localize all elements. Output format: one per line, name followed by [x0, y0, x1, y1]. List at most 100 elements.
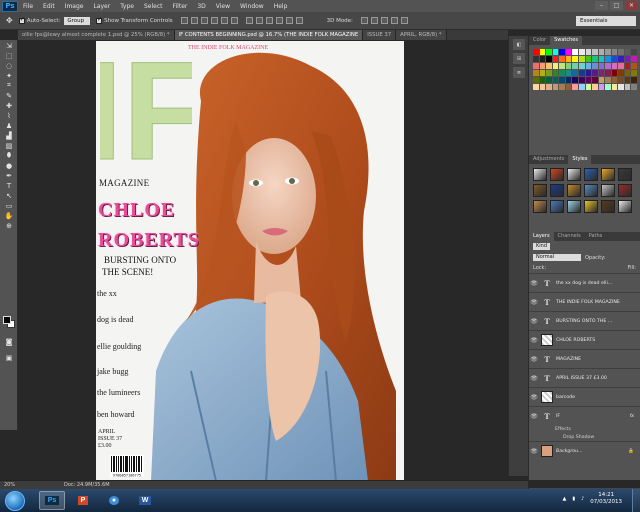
- swatch-cell[interactable]: [539, 56, 546, 62]
- clone-stamp-tool-icon[interactable]: ♟: [3, 121, 15, 130]
- swatch-cell[interactable]: [559, 63, 565, 69]
- 3d-roll-icon[interactable]: [370, 17, 378, 24]
- swatch-cell[interactable]: [533, 84, 539, 90]
- style-preset[interactable]: [584, 200, 598, 213]
- swatch-cell[interactable]: [611, 56, 618, 62]
- swatch-cell[interactable]: [578, 49, 585, 55]
- visibility-eye-icon[interactable]: 👁: [529, 394, 539, 401]
- swatch-cell[interactable]: [533, 63, 539, 69]
- style-preset[interactable]: [618, 168, 632, 181]
- visibility-eye-icon[interactable]: 👁: [529, 413, 539, 420]
- swatch-cell[interactable]: [565, 56, 572, 62]
- swatch-cell[interactable]: [605, 63, 611, 69]
- swatch-cell[interactable]: [533, 49, 539, 55]
- 3d-rotate-icon[interactable]: [360, 17, 368, 24]
- style-preset[interactable]: [618, 200, 632, 213]
- distribute-center-icon[interactable]: [285, 17, 293, 24]
- document-size-readout[interactable]: Doc: 24.9M/35.6M: [64, 482, 110, 488]
- screen-mode-icon[interactable]: ▣: [3, 353, 15, 362]
- style-preset[interactable]: [567, 168, 581, 181]
- lasso-tool-icon[interactable]: ◌: [3, 61, 15, 70]
- swatch-cell[interactable]: [539, 49, 546, 55]
- clock[interactable]: 14:21 07/03/2013: [590, 492, 622, 506]
- swatch-cell[interactable]: [592, 70, 598, 76]
- swatch-cell[interactable]: [631, 84, 637, 90]
- show-transform-checkbox[interactable]: Show Transform Controls: [96, 16, 173, 24]
- swatch-cell[interactable]: [618, 63, 624, 69]
- swatch-cell[interactable]: [533, 77, 539, 83]
- swatch-cell[interactable]: [539, 84, 546, 90]
- taskbar-photoshop[interactable]: Ps: [39, 491, 65, 510]
- swatch-cell[interactable]: [546, 70, 552, 76]
- tab-layers[interactable]: Layers: [529, 232, 554, 241]
- drop-shadow-row[interactable]: Drop Shadow: [529, 433, 640, 441]
- swatch-cell[interactable]: [618, 84, 624, 90]
- layer-row-background[interactable]: 👁 Backgrou... 🔒: [529, 441, 640, 460]
- eyedropper-tool-icon[interactable]: ✎: [3, 91, 15, 100]
- swatch-cell[interactable]: [572, 70, 578, 76]
- show-desktop-button[interactable]: [632, 489, 640, 512]
- swatch-cell[interactable]: [585, 77, 592, 83]
- swatch-cell[interactable]: [605, 49, 611, 55]
- swatch-cell[interactable]: [565, 49, 572, 55]
- swatch-cell[interactable]: [605, 56, 611, 62]
- swatch-cell[interactable]: [605, 84, 611, 90]
- dodge-tool-icon[interactable]: ●: [3, 161, 15, 170]
- taskbar-word[interactable]: W: [132, 491, 158, 510]
- style-preset[interactable]: [567, 200, 581, 213]
- swatch-cell[interactable]: [598, 49, 605, 55]
- workspace-dropdown[interactable]: Essentials: [576, 16, 636, 26]
- swatch-cell[interactable]: [585, 70, 592, 76]
- tab-swatches[interactable]: Swatches: [550, 36, 582, 45]
- layer-row[interactable]: 👁 T THE INDIE FOLK MAGAZINE: [529, 292, 640, 311]
- align-bottom-icon[interactable]: [200, 17, 208, 24]
- layer-row[interactable]: 👁 T BURSTING ONTO THE ...: [529, 311, 640, 330]
- swatch-cell[interactable]: [605, 70, 611, 76]
- swatch-cell[interactable]: [546, 49, 552, 55]
- volume-icon[interactable]: ♪: [581, 496, 584, 502]
- zoom-tool-icon[interactable]: ⊕: [3, 221, 15, 230]
- swatch-cell[interactable]: [585, 49, 592, 55]
- swatch-cell[interactable]: [624, 70, 631, 76]
- swatch-cell[interactable]: [611, 70, 618, 76]
- marquee-tool-icon[interactable]: ⬚: [3, 51, 15, 60]
- swatch-cell[interactable]: [611, 63, 618, 69]
- swatch-cell[interactable]: [552, 56, 559, 62]
- distribute-bottom-icon[interactable]: [265, 17, 273, 24]
- 3d-slide-icon[interactable]: [390, 17, 398, 24]
- foreground-color-swatch[interactable]: [3, 316, 11, 324]
- layer-row[interactable]: 👁 CHLOE ROBERTS: [529, 330, 640, 349]
- swatch-cell[interactable]: [552, 84, 559, 90]
- swatch-cell[interactable]: [565, 77, 572, 83]
- menu-3d[interactable]: 3D: [192, 3, 210, 10]
- swatch-cell[interactable]: [592, 63, 598, 69]
- blend-mode-dropdown[interactable]: Normal: [533, 254, 581, 261]
- swatch-cell[interactable]: [624, 84, 631, 90]
- visibility-eye-icon[interactable]: 👁: [529, 375, 539, 382]
- maximize-button[interactable]: □: [610, 1, 623, 10]
- swatch-cell[interactable]: [559, 84, 565, 90]
- distribute-right-icon[interactable]: [295, 17, 303, 24]
- swatch-cell[interactable]: [552, 77, 559, 83]
- visibility-eye-icon[interactable]: 👁: [529, 280, 539, 287]
- start-button[interactable]: [5, 490, 25, 511]
- swatch-cell[interactable]: [585, 84, 592, 90]
- swatch-cell[interactable]: [565, 63, 572, 69]
- align-middle-icon[interactable]: [190, 17, 198, 24]
- swatch-cell[interactable]: [592, 77, 598, 83]
- swatch-cell[interactable]: [578, 77, 585, 83]
- layer-filter-dropdown[interactable]: Kind: [533, 243, 551, 250]
- swatch-cell[interactable]: [559, 70, 565, 76]
- taskbar-powerpoint[interactable]: P: [70, 491, 96, 510]
- swatch-cell[interactable]: [611, 77, 618, 83]
- distribute-top-icon[interactable]: [245, 17, 253, 24]
- history-panel-icon[interactable]: ◧: [513, 39, 525, 50]
- layer-row[interactable]: 👁 T the xx dog is dead elli...: [529, 273, 640, 292]
- layer-effects-icon[interactable]: fx: [630, 414, 634, 419]
- canvas-area[interactable]: IF THE INDIE FOLK MAGAZINE MAGAZINE CHLO…: [18, 40, 508, 481]
- move-tool-icon[interactable]: ✥: [6, 16, 13, 25]
- swatch-cell[interactable]: [539, 63, 546, 69]
- swatch-cell[interactable]: [572, 56, 578, 62]
- pen-tool-icon[interactable]: ✒: [3, 171, 15, 180]
- visibility-eye-icon[interactable]: 👁: [529, 337, 539, 344]
